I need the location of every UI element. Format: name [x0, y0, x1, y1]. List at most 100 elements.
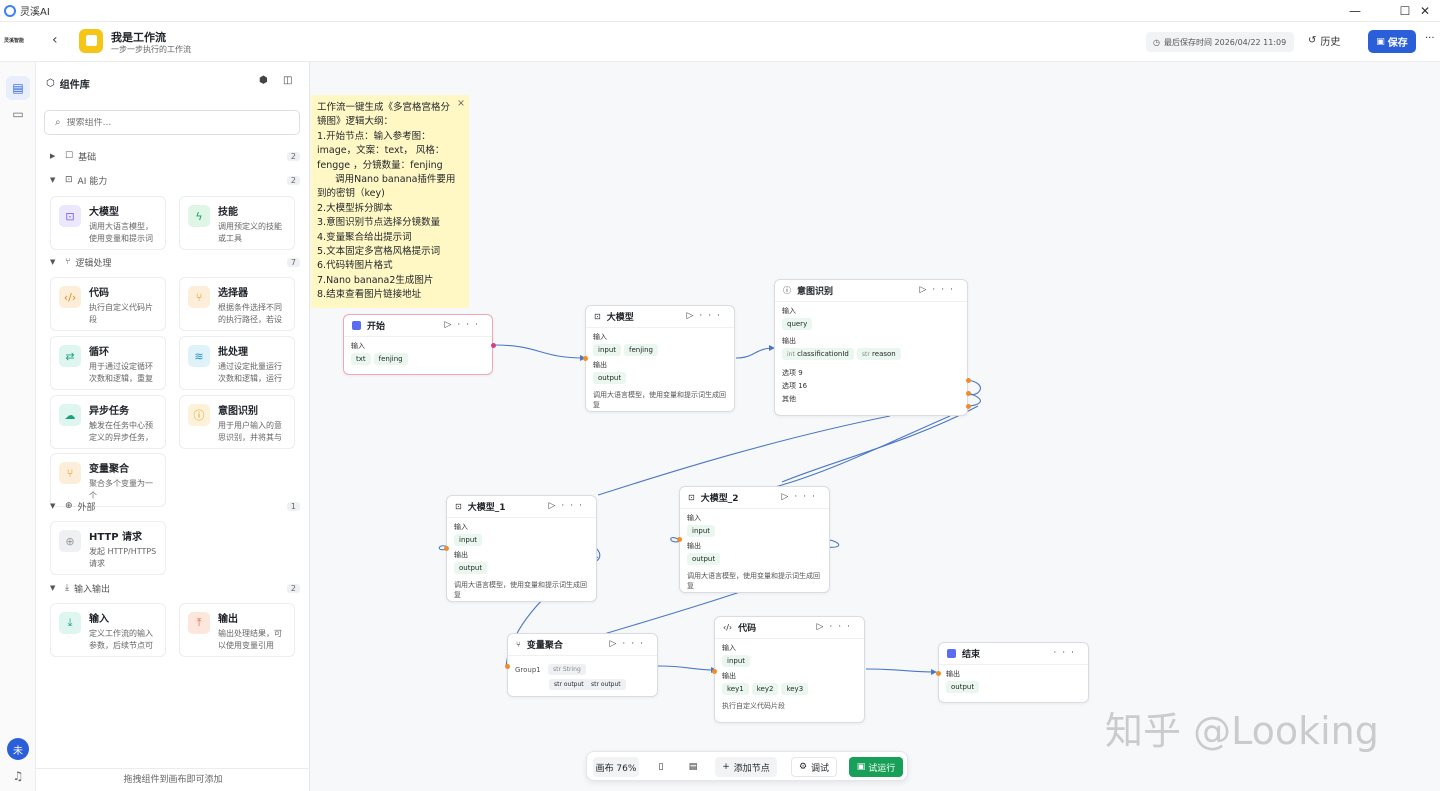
node-aggregate[interactable]: ⑂ 变量聚合 ▷··· Group1 str String str output s…	[505, 633, 658, 697]
debug-label: 调试	[811, 763, 830, 774]
edge-agg-code	[657, 665, 717, 671]
note-close-icon[interactable]: ×	[457, 97, 465, 111]
add-node-button[interactable]: + 添加节点	[715, 757, 777, 777]
history-icon: ↺	[1308, 35, 1317, 46]
component-card-input[interactable]: ⤓ 输入 定义工作流的输入参数，后续节点可以引...	[50, 603, 166, 657]
code-icon: ‹/›	[723, 623, 733, 632]
start-icon	[352, 321, 361, 330]
notification-bell-icon[interactable]: ♫	[6, 764, 30, 788]
app-icon	[4, 4, 16, 17]
robot-icon: ⊡	[455, 502, 462, 511]
component-card-loop[interactable]: ⇄ 循环 用于通过设定循环次数和逻辑，重复执行...	[50, 336, 166, 390]
workflow-canvas[interactable]: 工作流一键生成《多宫格宫格分 镜图》逻辑大纲： 1.开始节点：输入参考图： im…	[310, 62, 1440, 791]
debug-button[interactable]: ⚙ 调试	[791, 757, 837, 777]
node-start[interactable]: 开始 ▷··· 输入 txt fenjing	[343, 314, 496, 375]
card-title: 技能	[218, 207, 238, 218]
layout-icon[interactable]: ▤	[683, 757, 703, 777]
component-card-code[interactable]: ‹/› 代码 执行自定义代码片段	[50, 277, 166, 331]
node-tag: fenjing	[373, 353, 408, 365]
node-intent[interactable]: ⓘ 意图识别 ▷··· 输入 query 输出 int classification…	[774, 279, 971, 416]
search-input[interactable]	[66, 117, 267, 128]
node-tag: output	[593, 372, 627, 384]
component-card-intent[interactable]: ⓘ 意图识别 用于用户输入的意思识别，并将其与预设...	[179, 395, 295, 449]
input-port[interactable]	[583, 356, 588, 361]
edge-code-end	[865, 668, 937, 673]
component-card-output[interactable]: ⤒ 输出 输出处理结果，可以使用变量引用	[179, 603, 295, 657]
node-actions[interactable]: ▷···	[686, 311, 726, 321]
robot-icon: ⊡	[594, 312, 601, 321]
component-card-http[interactable]: ⊕ HTTP 请求 发起 HTTP/HTTPS 请求	[50, 521, 166, 575]
card-desc: 调用大语言模型，使用变量和提示词生成...	[89, 222, 153, 243]
node-actions[interactable]: ▷···	[609, 639, 649, 649]
node-actions[interactable]: ▷···	[781, 492, 821, 502]
zoom-button[interactable]: 画布 76%	[593, 757, 639, 777]
component-card-batch[interactable]: ≋ 批处理 通过设定批量运行次数和逻辑，运行批处...	[179, 336, 295, 390]
library-header: ⬡ 组件库	[46, 76, 90, 91]
section-logic[interactable]: ▼ ⑂ 逻辑处理 7	[50, 254, 300, 270]
node-output-label: 输出	[946, 670, 960, 678]
node-tag: key1	[722, 683, 749, 695]
page-icon[interactable]: ▯	[651, 757, 671, 777]
section-basic[interactable]: ▶ ☐ 基础 2	[50, 148, 300, 164]
node-code[interactable]: ‹/› 代码 ▷··· 输入 input 输出 key1 key2 key3 执行自定义…	[712, 616, 865, 723]
component-library-panel: ⬡ 组件库 ⬢ ◫ ⌕ ▶ ☐ 基础 2 ▼ ⊡ AI 能力 2 ⊡ 大模型 调…	[36, 62, 310, 791]
card-desc: 根据条件选择不同的执行路径，若设定的...	[218, 303, 282, 324]
node-actions[interactable]: ▷···	[919, 285, 959, 295]
run-label: 试运行	[868, 763, 896, 774]
back-arrow-icon[interactable]: ‹	[52, 32, 58, 48]
card-title: 输入	[89, 614, 109, 625]
node-llm-2[interactable]: ⊡ 大模型_2 ▷··· 输入 input 输出 output 调用大语言模型，使用…	[677, 486, 830, 593]
download-icon: ⤓	[59, 612, 81, 634]
input-port[interactable]	[677, 537, 682, 542]
type-tag: str String	[548, 664, 586, 675]
card-desc: 用于通过设定循环次数和逻辑，重复执行...	[89, 362, 153, 383]
components-tab-icon[interactable]: ▤	[6, 76, 30, 100]
section-ai[interactable]: ▼ ⊡ AI 能力 2	[50, 172, 300, 188]
close-window-button[interactable]: ✕	[1410, 0, 1440, 22]
node-actions[interactable]: ▷···	[548, 501, 588, 511]
info-circle-icon: ⓘ	[188, 404, 210, 426]
caret-down-icon: ▼	[50, 584, 56, 592]
node-llm-1[interactable]: ⊡ 大模型_1 ▷··· 输入 input 输出 output 调用大语言模型，使用…	[444, 495, 597, 602]
output-port[interactable]	[966, 378, 971, 383]
input-port[interactable]	[712, 669, 717, 674]
save-button[interactable]: ▣ 保存	[1368, 30, 1416, 53]
history-button[interactable]: ↺ 历史	[1308, 33, 1340, 48]
output-port[interactable]	[966, 391, 971, 396]
test-run-button[interactable]: ▣ 试运行	[849, 757, 903, 777]
user-avatar[interactable]: 未	[7, 738, 29, 760]
component-card-skill[interactable]: ϟ 技能 调用预定义的技能或工具	[179, 196, 295, 250]
output-port[interactable]	[966, 404, 971, 409]
card-desc: 发起 HTTP/HTTPS 请求	[89, 547, 157, 568]
component-card-selector[interactable]: ⑂ 选择器 根据条件选择不同的执行路径，若设定的...	[179, 277, 295, 331]
output-port[interactable]	[491, 343, 496, 348]
search-box[interactable]: ⌕	[44, 110, 300, 135]
minimize-button[interactable]: —	[1338, 0, 1372, 22]
sticky-note[interactable]: 工作流一键生成《多宫格宫格分 镜图》逻辑大纲： 1.开始节点：输入参考图： im…	[311, 95, 469, 308]
collapse-panel-icon[interactable]: ◫	[283, 75, 292, 86]
node-llm[interactable]: ⊡ 大模型 ▷··· 输入 input fenjing 输出 output 调用大语言…	[583, 305, 735, 412]
node-actions[interactable]: ▷···	[444, 320, 484, 330]
caret-down-icon: ▼	[50, 502, 56, 510]
input-port[interactable]	[505, 664, 510, 669]
node-input-label: 输入	[687, 514, 701, 522]
section-external-label: 外部	[77, 502, 96, 513]
section-io[interactable]: ▼ ⤓ 输入输出 2	[50, 580, 300, 596]
info-circle-icon: ⓘ	[783, 286, 791, 295]
node-end[interactable]: 结束 ··· 输出 output	[936, 642, 1089, 703]
note-line: 到的密钥（key)	[317, 188, 385, 200]
node-actions[interactable]: ···	[1053, 648, 1080, 658]
section-external[interactable]: ▼ ⊕ 外部 1	[50, 498, 300, 514]
var-tag: str output	[549, 679, 589, 690]
input-port[interactable]	[936, 671, 941, 676]
more-menu-button[interactable]: ···	[1425, 33, 1435, 44]
node-actions[interactable]: ▷···	[816, 622, 856, 632]
component-card-llm[interactable]: ⊡ 大模型 调用大语言模型，使用变量和提示词生成...	[50, 196, 166, 250]
node-input-label: 输入	[593, 333, 607, 341]
card-desc: 触发在任务中心预定义的异步任务，创建...	[89, 421, 153, 442]
component-card-async[interactable]: ☁ 异步任务 触发在任务中心预定义的异步任务，创建...	[50, 395, 166, 449]
chat-tab-icon[interactable]: ▭	[6, 102, 30, 126]
package-icon[interactable]: ⬢	[259, 75, 268, 86]
globe-icon: ⊕	[59, 530, 81, 552]
input-port[interactable]	[444, 546, 449, 551]
